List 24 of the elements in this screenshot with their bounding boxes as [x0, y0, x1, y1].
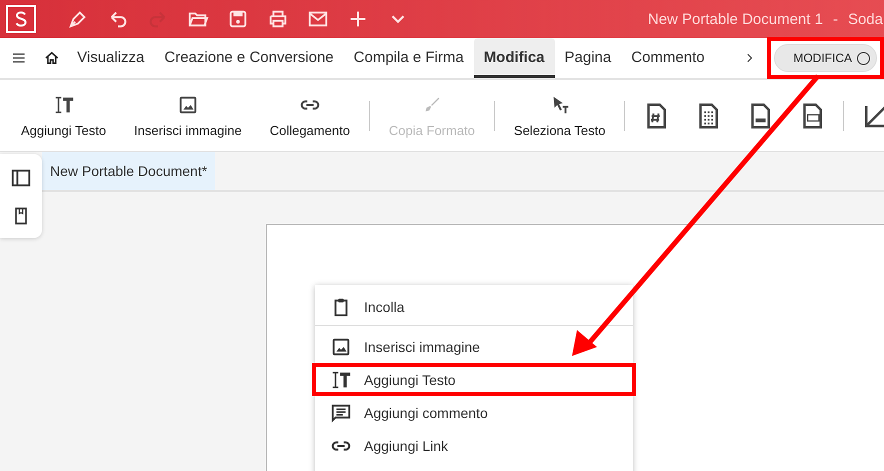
menu-tab[interactable]: Commento [621, 38, 715, 78]
mode-toggle[interactable]: MODIFICA [774, 44, 878, 72]
toolbar-button[interactable]: Collegamento [258, 90, 361, 142]
menu-item[interactable]: Incolla [312, 289, 636, 325]
save-icon[interactable] [227, 8, 249, 30]
app-name: Soda [848, 10, 883, 28]
menu-tab[interactable]: Compila e Firma [344, 38, 474, 78]
toolbar-button[interactable]: Aggiungi Testo [10, 90, 118, 142]
document-tab[interactable]: New Portable Document* [42, 152, 216, 190]
document-title: New Portable Document 1 [648, 10, 823, 28]
menu-tab[interactable]: Creazione e Conversione [154, 38, 344, 78]
title-separator: - [832, 10, 838, 28]
toolbar-button[interactable]: Inserisci immagine [123, 90, 253, 142]
menu-tab[interactable]: Visualizza [67, 38, 154, 78]
menu-tab[interactable]: Pagina [554, 38, 622, 78]
menu-item[interactable]: Aggiungi commento [312, 396, 636, 429]
toggle-knob[interactable] [857, 52, 870, 64]
s-logo-icon [6, 5, 36, 33]
menu-tab[interactable]: Modifica [474, 38, 555, 78]
toolbar-button[interactable]: Seleziona Testo [502, 90, 616, 142]
menu-item[interactable]: Aggiungi Testo [312, 363, 636, 396]
menu-item[interactable]: Aggiungi Link [312, 429, 636, 462]
printer-icon[interactable] [267, 8, 289, 30]
menu-item[interactable]: Inserisci immagine [312, 330, 636, 363]
